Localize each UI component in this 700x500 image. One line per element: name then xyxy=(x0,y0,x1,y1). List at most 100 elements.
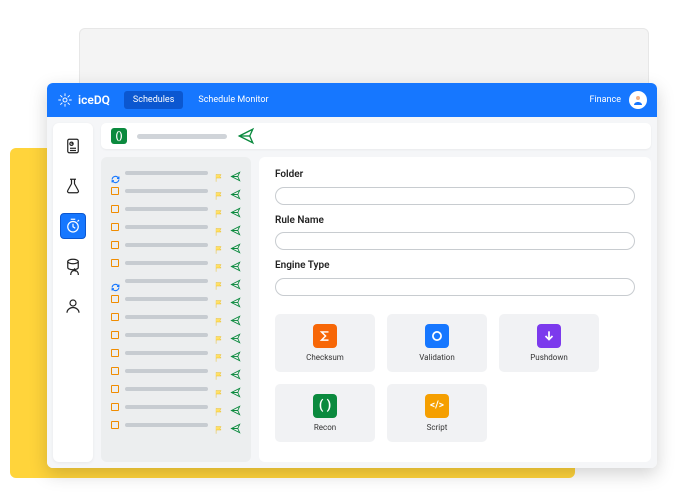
flag-icon xyxy=(214,348,224,358)
tile-label: Pushdown xyxy=(530,353,568,362)
avatar-icon xyxy=(632,94,644,106)
titlebar: iceDQ Schedules Schedule Monitor Finance xyxy=(47,83,657,117)
square-icon xyxy=(111,421,119,429)
tab-schedules[interactable]: Schedules xyxy=(124,91,183,109)
item-placeholder xyxy=(125,351,208,355)
flag-icon xyxy=(214,312,224,322)
tab-label: Schedule Monitor xyxy=(198,95,268,105)
flag-icon xyxy=(214,222,224,232)
tile-label: Script xyxy=(427,423,448,432)
nav-lab[interactable] xyxy=(60,173,86,199)
send-icon xyxy=(230,329,241,340)
list-item[interactable] xyxy=(111,365,241,376)
tile-checksum[interactable]: Checksum xyxy=(275,314,375,372)
send-icon xyxy=(230,419,241,430)
tile-label: Checksum xyxy=(306,353,344,362)
square-icon xyxy=(111,259,119,267)
pathbar: () xyxy=(101,123,651,149)
list-item[interactable] xyxy=(111,419,241,430)
flag-icon xyxy=(214,168,224,178)
send-icon xyxy=(230,167,241,178)
list-item[interactable] xyxy=(111,311,241,322)
list-item[interactable] xyxy=(111,167,241,178)
rule-name-input[interactable] xyxy=(275,232,635,250)
send-icon xyxy=(230,347,241,358)
item-placeholder xyxy=(125,279,208,283)
send-icon xyxy=(230,221,241,232)
square-icon xyxy=(111,349,119,357)
list-item[interactable] xyxy=(111,257,241,268)
square-icon xyxy=(111,403,119,411)
tab-schedule-monitor[interactable]: Schedule Monitor xyxy=(189,91,277,109)
list-item[interactable] xyxy=(111,401,241,412)
body: () Folder Rule Name Engine Type Checksum… xyxy=(93,117,657,468)
tile-recon[interactable]: ( )Recon xyxy=(275,384,375,442)
list-item[interactable] xyxy=(111,275,241,286)
flag-icon xyxy=(214,204,224,214)
flag-icon xyxy=(214,186,224,196)
tab-label: Schedules xyxy=(133,95,174,105)
square-icon xyxy=(111,313,119,321)
square-icon xyxy=(111,331,119,339)
flag-icon xyxy=(214,402,224,412)
flag-icon xyxy=(214,240,224,250)
form-pane: Folder Rule Name Engine Type ChecksumVal… xyxy=(259,157,651,462)
send-icon xyxy=(230,401,241,412)
folder-label: Folder xyxy=(275,169,635,180)
item-placeholder xyxy=(125,171,208,175)
app-window: iceDQ Schedules Schedule Monitor Finance xyxy=(47,83,657,468)
columns: Folder Rule Name Engine Type ChecksumVal… xyxy=(101,157,651,462)
list-item[interactable] xyxy=(111,383,241,394)
workspace-label[interactable]: Finance xyxy=(590,95,621,105)
list-item[interactable] xyxy=(111,239,241,250)
pushdown-icon xyxy=(537,324,561,348)
avatar[interactable] xyxy=(629,91,647,109)
list-item[interactable] xyxy=(111,221,241,232)
recon-chip-icon: () xyxy=(111,128,127,144)
item-placeholder xyxy=(125,387,208,391)
item-placeholder xyxy=(125,225,208,229)
lab-icon xyxy=(64,177,82,195)
square-icon xyxy=(111,187,119,195)
item-placeholder xyxy=(125,207,208,211)
nav-schedule[interactable] xyxy=(60,213,86,239)
list-item[interactable] xyxy=(111,203,241,214)
square-icon xyxy=(111,295,119,303)
list-item[interactable] xyxy=(111,347,241,358)
tile-validation[interactable]: Validation xyxy=(387,314,487,372)
flag-icon xyxy=(214,330,224,340)
nav-database[interactable] xyxy=(60,253,86,279)
folder-input[interactable] xyxy=(275,187,635,205)
flag-icon xyxy=(214,366,224,376)
square-icon xyxy=(111,367,119,375)
send-icon xyxy=(230,365,241,376)
item-placeholder xyxy=(125,297,208,301)
nav-user[interactable] xyxy=(60,293,86,319)
list-item[interactable] xyxy=(111,293,241,304)
square-icon xyxy=(111,205,119,213)
send-icon xyxy=(230,311,241,322)
path-placeholder xyxy=(137,134,227,139)
send-icon xyxy=(230,257,241,268)
square-icon xyxy=(111,223,119,231)
item-placeholder xyxy=(125,189,208,193)
flag-icon xyxy=(214,384,224,394)
checksum-icon xyxy=(313,324,337,348)
send-icon xyxy=(230,185,241,196)
list-item[interactable] xyxy=(111,329,241,340)
rule-name-label: Rule Name xyxy=(275,215,635,226)
tile-script[interactable]: </>Script xyxy=(387,384,487,442)
nav-reports[interactable] xyxy=(60,133,86,159)
item-placeholder xyxy=(125,333,208,337)
item-placeholder xyxy=(125,423,208,427)
item-placeholder xyxy=(125,243,208,247)
tile-pushdown[interactable]: Pushdown xyxy=(499,314,599,372)
recon-icon: ( ) xyxy=(313,394,337,418)
engine-type-input[interactable] xyxy=(275,278,635,296)
brand-text: iceDQ xyxy=(78,93,110,107)
database-icon xyxy=(64,257,82,275)
refresh-icon xyxy=(111,277,119,285)
send-icon xyxy=(230,275,241,286)
list-item[interactable] xyxy=(111,185,241,196)
send-icon[interactable] xyxy=(237,127,255,145)
